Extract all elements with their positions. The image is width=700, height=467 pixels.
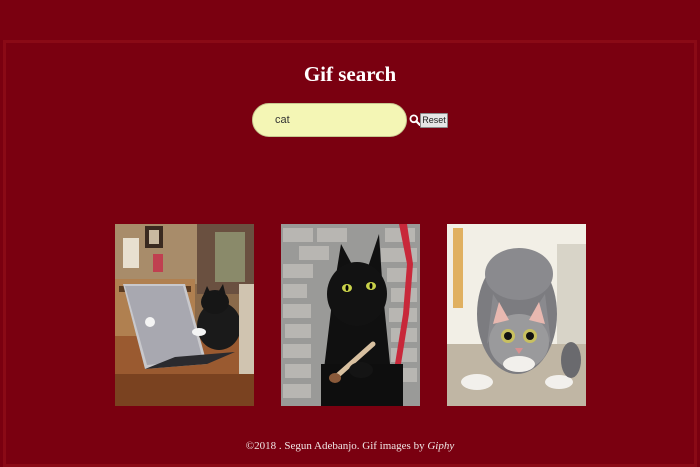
gif-result-2[interactable]	[281, 224, 420, 406]
page-title: Gif search	[303, 62, 397, 86]
footer-copyright: ©2018 . Segun Adebanjo. Gif images by	[245, 440, 428, 452]
footer: ©2018 . Segun Adebanjo. Gif images by Gi…	[0, 440, 700, 452]
footer-credit: Giphy	[427, 440, 455, 452]
gif-result-3[interactable]	[447, 224, 586, 406]
reset-button[interactable]: Reset	[420, 113, 448, 128]
gif-result-1[interactable]	[115, 224, 254, 406]
search-input[interactable]	[252, 103, 407, 137]
